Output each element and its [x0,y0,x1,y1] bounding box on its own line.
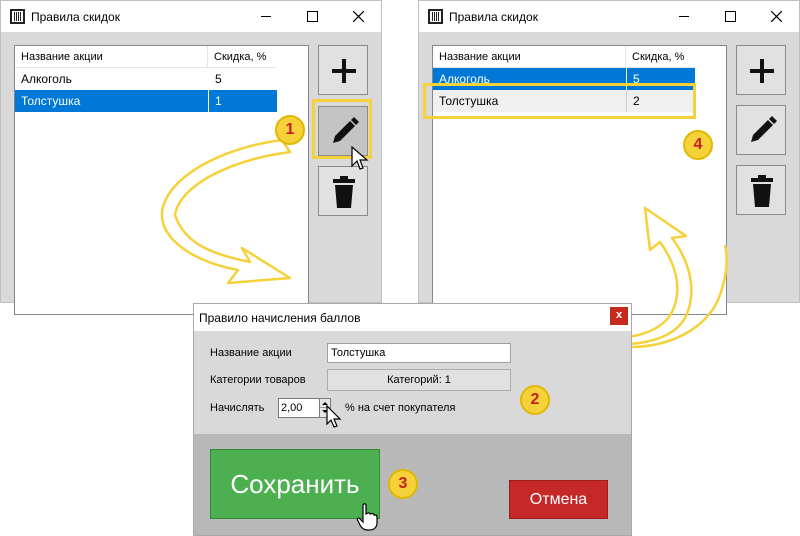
right-window-title: Правила скидок [449,10,538,24]
step-badge-1: 1 [275,115,305,145]
row-discount: 1 [208,90,277,112]
list-header: Название акции Скидка, % [15,46,277,68]
trash-icon [333,176,355,208]
row-name: Алкоголь [21,72,72,86]
delete-rule-button[interactable] [736,165,786,215]
minimize-button[interactable] [243,1,289,32]
add-rule-button[interactable] [736,45,786,95]
accrual-rule-dialog: Правило начисления баллов x Название акц… [193,303,632,536]
categories-button[interactable]: Категорий: 1 [327,369,511,391]
right-window: Правила скидок Название акции Скидка, % … [418,0,800,315]
plus-icon [332,59,356,83]
close-icon [353,11,364,22]
left-window-title: Правила скидок [31,10,120,24]
spin-down-icon[interactable] [320,408,330,417]
accrue-label: Начислять [210,402,265,414]
right-window-titlebar: Правила скидок [419,1,799,32]
spin-up-icon[interactable] [320,399,330,408]
list-header: Название акции Скидка, % [433,46,695,68]
plus-icon [750,59,774,83]
delete-rule-button[interactable] [318,166,368,216]
name-label: Название акции [210,347,292,359]
dialog-close-button[interactable]: x [610,307,628,325]
maximize-button[interactable] [289,1,335,32]
edit-rule-button[interactable] [736,105,786,155]
categories-label: Категории товаров [210,374,306,386]
app-barcode-icon [10,9,25,24]
minimize-button[interactable] [661,1,707,32]
cancel-button[interactable]: Отмена [509,480,608,519]
accrue-suffix: % на счет покупателя [345,402,456,414]
table-row-selected[interactable]: Толстушка 1 [15,90,277,112]
discount-rules-list[interactable]: Название акции Скидка, % Алкоголь 5 Толс… [14,45,309,315]
edit-button-highlight [312,99,372,159]
column-header-discount[interactable]: Скидка, % [626,46,695,68]
pencil-icon [751,116,777,142]
step-badge-2: 2 [520,385,550,415]
close-icon [771,11,782,22]
left-window-titlebar: Правила скидок [1,1,381,32]
dialog-titlebar: Правило начисления баллов x [194,304,631,331]
maximize-button[interactable] [707,1,753,32]
accrue-spinner[interactable] [319,398,331,418]
row-discount: 5 [208,68,277,90]
trash-icon [751,175,773,207]
add-rule-button[interactable] [318,45,368,95]
app-barcode-icon [428,9,443,24]
row-name: Толстушка [21,94,81,108]
step-badge-4: 4 [683,130,713,160]
close-button[interactable] [753,1,799,32]
accrue-percent-input[interactable]: 2,00 [278,398,320,418]
column-header-name[interactable]: Название акции [15,46,208,68]
close-button[interactable] [335,1,381,32]
save-button[interactable]: Сохранить [210,449,380,519]
column-header-name[interactable]: Название акции [433,46,626,68]
table-row[interactable]: Алкоголь 5 [15,68,277,90]
promo-name-input[interactable]: Толстушка [327,343,511,363]
updated-row-highlight [423,83,696,119]
column-header-discount[interactable]: Скидка, % [208,46,277,68]
dialog-title: Правило начисления баллов [199,311,361,325]
step-badge-3: 3 [388,469,418,499]
